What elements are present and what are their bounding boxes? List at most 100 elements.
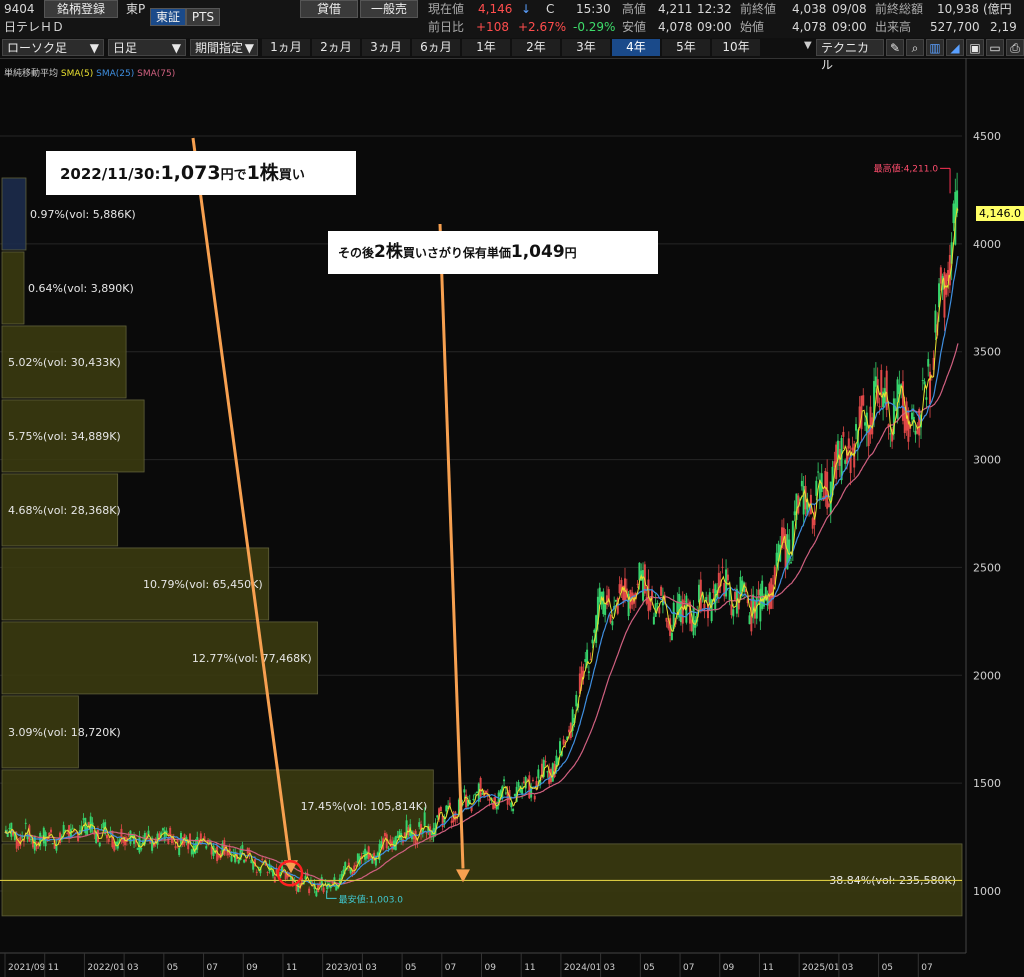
low-label: 安値	[622, 20, 647, 34]
folder-icon[interactable]: ▭	[986, 39, 1004, 56]
candle-body	[827, 503, 830, 508]
period-3y[interactable]: 3年	[562, 39, 610, 56]
candle-body	[660, 586, 663, 596]
candle-body	[308, 888, 311, 894]
candle-body	[593, 629, 596, 633]
period-5y[interactable]: 5年	[662, 39, 710, 56]
candle-body	[237, 859, 240, 864]
total-unit: (億円	[983, 2, 1012, 16]
candle-body	[584, 659, 587, 662]
candle-body	[445, 805, 448, 812]
candle-body	[880, 369, 883, 396]
print-icon[interactable]: ⎙	[1006, 39, 1024, 56]
volume-profile-bar	[1, 251, 25, 325]
candle-body	[244, 859, 247, 862]
tab-pts[interactable]: PTS	[186, 8, 220, 26]
candle-body	[636, 583, 639, 585]
area-chart-icon[interactable]: ◢	[946, 39, 964, 56]
candle-body	[800, 480, 803, 487]
period-2m[interactable]: 2ヵ月	[312, 39, 360, 56]
y-tick-label: 4000	[973, 238, 1001, 251]
period-4y[interactable]: 4年	[612, 39, 660, 56]
candle-body	[499, 790, 502, 797]
chevron-down-icon: ▼	[171, 41, 181, 55]
interval-select[interactable]: 日足 ▼	[108, 39, 186, 56]
chevron-down-icon[interactable]: ▼	[804, 40, 812, 51]
callout2-price: 1,049	[510, 242, 565, 262]
candle-body	[546, 771, 549, 773]
candle-body	[315, 890, 318, 897]
candle-body	[670, 632, 673, 641]
candle-body	[465, 794, 468, 808]
candle-body	[683, 601, 686, 603]
down-arrow-icon: ↓	[521, 2, 532, 16]
candle-body	[436, 815, 439, 818]
candle-body	[488, 799, 491, 801]
candle-body	[855, 424, 858, 431]
candle-body	[952, 203, 955, 224]
zoom-icon[interactable]: ⌕	[906, 39, 924, 56]
y-tick-label: 2500	[973, 561, 1001, 574]
candle-body	[537, 769, 540, 779]
candle-body	[721, 566, 724, 568]
candle-body	[817, 471, 820, 473]
period-6m[interactable]: 6ヵ月	[412, 39, 460, 56]
pencil-icon[interactable]: ✎	[886, 39, 904, 56]
lending-button[interactable]: 貸借	[300, 0, 358, 18]
high-value: 4,211	[658, 2, 693, 16]
candle-body	[914, 430, 917, 435]
candle-body	[322, 887, 325, 893]
x-tick-label: 05	[405, 963, 416, 973]
x-tick-label: 11	[762, 963, 773, 973]
y-tick-label: 1500	[973, 777, 1001, 790]
candle-body	[921, 380, 924, 382]
period-1m[interactable]: 1ヵ月	[262, 39, 310, 56]
candle-body	[829, 481, 832, 515]
x-tick-label: 03	[842, 963, 853, 973]
candle-body	[503, 779, 506, 782]
callout2-pre: その後	[338, 246, 375, 260]
candle-body	[138, 836, 141, 853]
vwap-pct: -0.29%	[573, 20, 616, 34]
callout2-post: 円	[564, 246, 577, 260]
candle-body	[759, 588, 762, 622]
range-mode-select[interactable]: 期間指定 ▼	[190, 39, 258, 56]
candle-body	[652, 616, 655, 625]
technical-button[interactable]: テクニカル	[816, 39, 884, 72]
candle-body	[842, 431, 845, 437]
volume-value: 527,700	[930, 20, 980, 34]
candle-body	[86, 826, 89, 835]
high-time: 12:32	[697, 2, 732, 16]
volume-profile-bar	[1, 177, 27, 251]
candle-body	[790, 562, 793, 564]
candle-body	[441, 815, 444, 828]
register-button[interactable]: 銘柄登録	[44, 0, 118, 18]
candle-body	[481, 793, 484, 795]
bar-chart-icon[interactable]: ▥	[926, 39, 944, 56]
candle-body	[862, 395, 865, 406]
x-tick-label: 11	[524, 963, 535, 973]
candle-body	[815, 480, 818, 496]
candle-body	[107, 838, 110, 842]
save-icon[interactable]: ▣	[966, 39, 984, 56]
chart-area[interactable]: 単純移動平均 SMA(5) SMA(25) SMA(75) 0.97%(vol:…	[0, 58, 1024, 977]
candle-body	[463, 789, 466, 793]
period-1y[interactable]: 1年	[462, 39, 510, 56]
candle-body	[396, 835, 399, 839]
candle-body	[403, 832, 406, 837]
tab-exchange[interactable]: 東証	[150, 8, 186, 26]
general-short-button[interactable]: 一般売	[360, 0, 418, 18]
candle-body	[934, 310, 937, 333]
candle-body	[562, 739, 565, 745]
period-2y[interactable]: 2年	[512, 39, 560, 56]
chart-type-select[interactable]: ローソク足 ▼	[2, 39, 104, 56]
period-10y[interactable]: 10年	[712, 39, 760, 56]
volume-profile-label: 3.09%(vol: 18,720K)	[8, 726, 121, 739]
x-tick-label: 05	[882, 963, 893, 973]
x-tick-label: 05	[167, 963, 178, 973]
period-3m[interactable]: 3ヵ月	[362, 39, 410, 56]
candle-body	[472, 798, 475, 800]
x-tick-label: 2025/01	[802, 963, 839, 973]
chevron-down-icon: ▼	[89, 41, 99, 55]
x-tick-label: 09	[246, 963, 258, 973]
